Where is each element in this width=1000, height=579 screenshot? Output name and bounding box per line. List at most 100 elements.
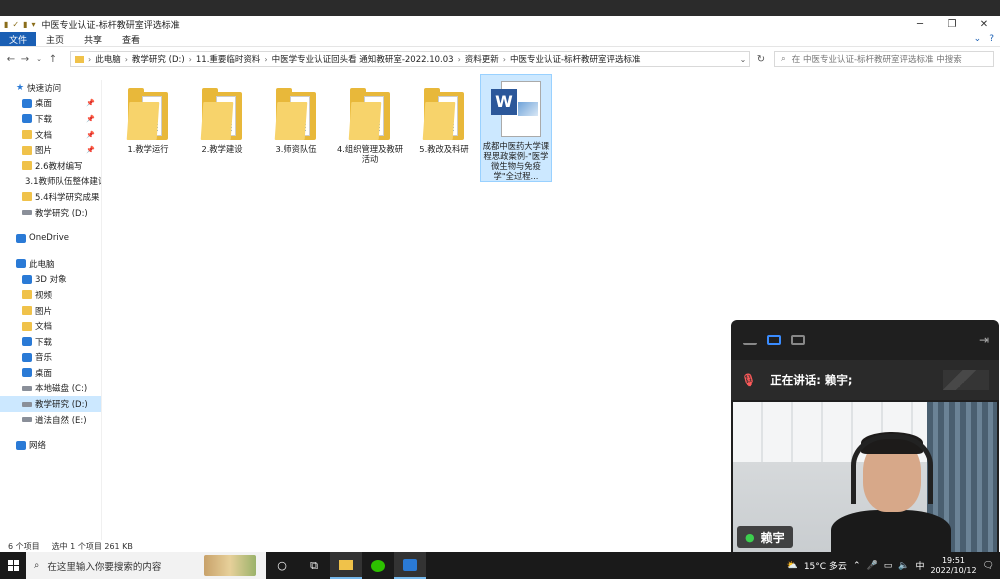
nav-videos[interactable]: 视频 [0, 287, 101, 303]
forward-icon[interactable]: → [18, 54, 32, 65]
help-icon[interactable]: ? [989, 34, 994, 44]
meeting-app-icon[interactable] [394, 552, 426, 579]
task-view-icon[interactable]: ⧉ [298, 552, 330, 579]
tab-share[interactable]: 共享 [74, 32, 112, 46]
minimize-icon[interactable]: ─ [904, 16, 936, 32]
speaker-icon[interactable]: 🔈 [898, 561, 909, 571]
breadcrumb-review-notice[interactable]: 中医学专业认证回头看 通知教研室-2022.10.03 [272, 53, 454, 65]
quick-access-toolbar: ▮ ✓ ▮ ▾ [0, 16, 36, 32]
taskbar: ⌕ 在这里输入你要搜索的内容 ○ ⧉ ⛅ 15°C 多云 ⌃ 🎤 ▭ 🔈 中 1… [0, 552, 1000, 579]
file-name: 3.师资队伍 [275, 144, 317, 154]
nav-folder-textbook[interactable]: 2.6教材编写 [0, 158, 101, 174]
search-input[interactable]: ⌕ 在 中医专业认证-标杆教研室评选标准 中搜索 [774, 51, 994, 67]
exit-panel-icon[interactable]: ⇥ [979, 333, 989, 347]
file-name: 4.组织管理及教研活动 [337, 144, 403, 164]
documents-icon [22, 321, 32, 331]
folder-item[interactable]: 2.教学建设 [186, 80, 258, 154]
folder-icon [348, 88, 390, 140]
list-view-icon[interactable] [791, 335, 805, 345]
folder-item[interactable]: 5.教改及科研 [408, 80, 480, 154]
address-dropdown-icon[interactable]: ⌄ [736, 51, 750, 67]
tab-view[interactable]: 查看 [112, 32, 150, 46]
expand-ribbon-icon[interactable]: ⌄ [974, 34, 982, 44]
selection-info: 选中 1 个项目 261 KB [51, 541, 133, 551]
pin-icon: 📌 [86, 130, 95, 139]
tab-home[interactable]: 主页 [36, 32, 74, 46]
nav-music[interactable]: 音乐 [0, 350, 101, 366]
taskbar-search[interactable]: ⌕ 在这里输入你要搜索的内容 [26, 552, 266, 579]
nav-pc-documents[interactable]: 文档 [0, 318, 101, 334]
network-icon [16, 440, 26, 450]
microphone-icon[interactable]: 🎤 [866, 561, 877, 571]
folder-item[interactable]: 4.组织管理及教研活动 [334, 80, 406, 164]
nav-pc-desktop[interactable]: 桌面 [0, 365, 101, 381]
star-icon: ★ [16, 82, 25, 93]
navigation-pane: ★ 快速访问 桌面 📌 下载 📌 文档 📌 图片 📌 2.6教材编写 3.1教师队伍整体建… [0, 80, 102, 540]
clock[interactable]: 19:51 2022/10/12 [930, 556, 976, 576]
nav-quick-access[interactable]: ★ 快速访问 [0, 80, 101, 96]
participant-name-tag: ● 赖宇 [737, 526, 793, 548]
nav-folder-teachers[interactable]: 3.1教师队伍整体建设 [0, 174, 101, 190]
taskbar-search-placeholder: 在这里输入你要搜索的内容 [47, 561, 162, 573]
nav-this-pc[interactable]: 此电脑 [0, 256, 101, 272]
tab-file[interactable]: 文件 [0, 32, 36, 46]
search-icon: ⌕ [34, 560, 40, 571]
clock-time: 19:51 [941, 555, 966, 565]
nav-pc-downloads[interactable]: 下载 [0, 334, 101, 350]
minimize-mode-icon[interactable] [743, 335, 757, 345]
nav-pictures[interactable]: 图片 📌 [0, 142, 101, 158]
top-strip [0, 0, 1000, 16]
nav-desktop[interactable]: 桌面 📌 [0, 96, 101, 112]
customize-toolbar-icon[interactable]: ▾ [32, 20, 36, 29]
nav-documents[interactable]: 文档 📌 [0, 127, 101, 143]
nav-pc-pictures[interactable]: 图片 [0, 303, 101, 319]
nav-drive-c[interactable]: 本地磁盘 (C:) [0, 381, 101, 397]
word-file-item[interactable]: W 成都中医药大学课程思政案例-"医学微生物与免疫学"全过程... [480, 74, 552, 182]
desktop-icon [22, 368, 32, 378]
weather-text[interactable]: 15°C 多云 [804, 559, 847, 572]
ribbon-tabs: 文件 主页 共享 查看 ⌄ ? [0, 32, 1000, 47]
breadcrumb-drive-d[interactable]: 教学研究 (D:) [132, 53, 185, 65]
refresh-icon[interactable]: ↻ [752, 51, 770, 67]
ime-indicator[interactable]: 中 [915, 559, 924, 572]
start-button[interactable] [0, 552, 26, 579]
maximize-icon[interactable]: ❐ [936, 16, 968, 32]
breadcrumb-updates[interactable]: 资料更新 [465, 53, 499, 65]
nav-onedrive[interactable]: OneDrive [0, 230, 101, 246]
nav-downloads[interactable]: 下载 📌 [0, 111, 101, 127]
file-explorer-taskbar-icon[interactable] [330, 552, 362, 579]
breadcrumb-current[interactable]: 中医专业认证-标杆教研室评选标准 [510, 53, 641, 65]
wechat-icon[interactable] [362, 552, 394, 579]
properties-icon[interactable]: ✓ [12, 20, 19, 29]
file-name: 5.教改及科研 [419, 144, 469, 154]
recent-dropdown-icon[interactable]: ⌄ [32, 55, 46, 63]
folder-icon [274, 88, 316, 140]
folder-item[interactable]: 3.师资队伍 [260, 80, 332, 154]
back-icon[interactable]: ← [4, 54, 18, 65]
up-icon[interactable]: ↑ [46, 54, 60, 65]
muted-mic-icon: 🎙 [741, 373, 757, 387]
folder-icon [422, 88, 464, 140]
cube-icon [22, 274, 32, 284]
battery-icon[interactable]: ▭ [884, 561, 893, 571]
file-name: 1.教学运行 [127, 144, 169, 154]
address-bar[interactable]: › 此电脑 › 教学研究 (D:) › 11.重要临时资料 › 中医学专业认证回头看 … [70, 51, 750, 67]
speaking-indicator: 🎙 正在讲话: 赖宇; [731, 360, 999, 400]
nav-drive-e[interactable]: 道法自然 (E:) [0, 412, 101, 428]
folder-item[interactable]: 1.教学运行 [112, 80, 184, 154]
show-hidden-icon[interactable]: ⌃ [853, 561, 861, 571]
single-view-icon[interactable] [767, 335, 781, 345]
nav-3d-objects[interactable]: 3D 对象 [0, 272, 101, 288]
new-folder-icon[interactable]: ▮ [23, 20, 27, 29]
nav-drive-d-quick[interactable]: 教学研究 (D:) [0, 205, 101, 221]
nav-network[interactable]: 网络 [0, 437, 101, 453]
nav-drive-d[interactable]: 教学研究 (D:) [0, 396, 101, 412]
notification-icon[interactable]: 🗨 [983, 561, 994, 571]
drive-icon [22, 385, 32, 391]
close-icon[interactable]: ✕ [968, 16, 1000, 32]
breadcrumb-temp-docs[interactable]: 11.重要临时资料 [196, 53, 261, 65]
breadcrumb-this-pc[interactable]: 此电脑 [95, 53, 121, 65]
nav-folder-research[interactable]: 5.4科学研究成果 [0, 189, 101, 205]
search-highlight-image [204, 555, 256, 576]
cortana-icon[interactable]: ○ [266, 552, 298, 579]
